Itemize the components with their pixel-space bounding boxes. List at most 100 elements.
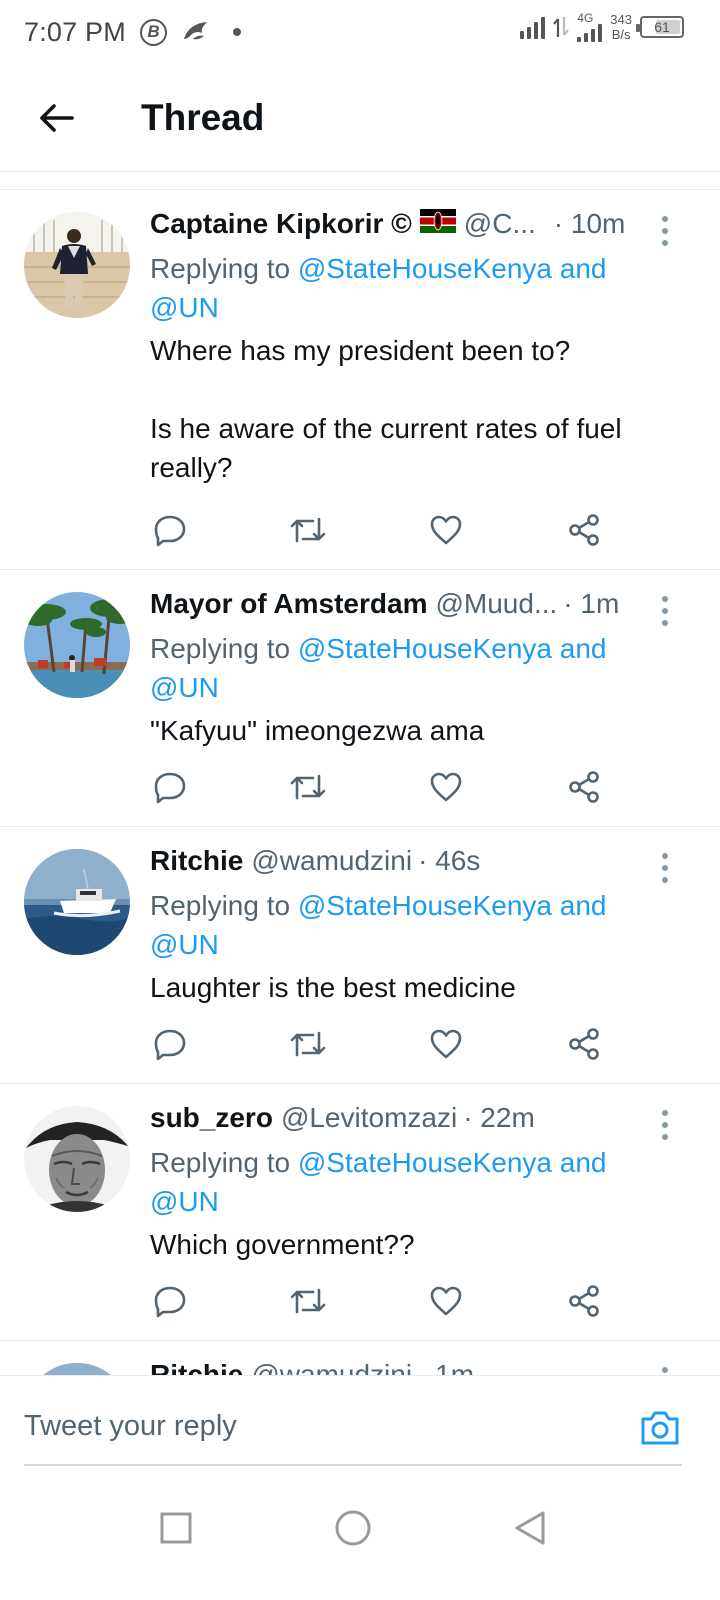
user-handle[interactable]: @Levitomzazi: [281, 1102, 457, 1134]
reply-input[interactable]: [24, 1400, 584, 1452]
tweet[interactable]: Mayor of Amsterdam @Muud... · 1m Replyin…: [0, 570, 720, 827]
reply-button[interactable]: [150, 1281, 190, 1321]
tweet-time[interactable]: · 10m: [554, 208, 626, 240]
mention-link[interactable]: @StateHouseKenya and: [298, 633, 607, 664]
status-right: 4G 343 B/s 61: [520, 12, 684, 42]
camera-button[interactable]: [638, 1406, 682, 1450]
user-handle[interactable]: @wamudzini: [251, 1359, 412, 1375]
retweet-icon: [290, 774, 326, 800]
user-name[interactable]: sub_zero: [150, 1102, 273, 1134]
triangle-back-icon: [515, 1511, 545, 1545]
reply-icon: [154, 515, 186, 547]
reply-button[interactable]: [150, 1024, 190, 1064]
share-button[interactable]: [564, 510, 604, 550]
tweet-actions: [150, 1281, 610, 1321]
mention-link-un[interactable]: @UN: [150, 929, 219, 960]
heart-icon: [430, 1029, 462, 1059]
share-button[interactable]: [564, 1024, 604, 1064]
retweet-icon: [290, 1288, 326, 1314]
share-button[interactable]: [564, 1281, 604, 1321]
replying-to: Replying to @StateHouseKenya and @UN: [150, 1143, 660, 1221]
tweet-text: Where has my president been to? Is he aw…: [150, 335, 622, 483]
back-button[interactable]: [21, 83, 91, 153]
more-vertical-icon[interactable]: [654, 594, 676, 628]
recents-button[interactable]: [151, 1503, 201, 1553]
mention-link[interactable]: @StateHouseKenya and: [298, 1147, 607, 1178]
tweet-time[interactable]: · 46s: [418, 845, 480, 877]
user-name[interactable]: Captaine Kipkorir ©: [150, 208, 412, 240]
retweet-button[interactable]: [288, 510, 328, 550]
retweet-icon: [290, 1031, 326, 1057]
back-nav-button[interactable]: [505, 1503, 555, 1553]
tweet-header: Ritchie @wamudzini · 1m: [150, 1359, 660, 1375]
like-button[interactable]: [426, 510, 466, 550]
signal-icon: [520, 15, 546, 39]
page-title: Thread: [141, 96, 265, 138]
tweet[interactable]: sub_zero @Levitomzazi · 22m Replying to …: [0, 1084, 720, 1341]
retweet-button[interactable]: [288, 767, 328, 807]
user-name[interactable]: Mayor of Amsterdam: [150, 588, 427, 620]
user-name[interactable]: Ritchie: [150, 1359, 243, 1375]
like-button[interactable]: [426, 1024, 466, 1064]
signal-2-icon: [577, 24, 603, 42]
camera-icon: [641, 1411, 679, 1445]
tweet[interactable]: Ritchie @wamudzini · 46s Replying to @St…: [0, 827, 720, 1084]
status-bar: 7:07 PM B 4G 343 B/s 61: [0, 0, 720, 64]
kenya-flag-icon: [419, 208, 456, 233]
heart-icon: [430, 772, 462, 802]
tweet-time[interactable]: · 22m: [463, 1102, 535, 1134]
tweet-text: "Kafyuu" imeongezwa ama: [150, 715, 485, 746]
like-button[interactable]: [426, 767, 466, 807]
user-handle[interactable]: @Muud...: [435, 588, 557, 620]
reply-button[interactable]: [150, 767, 190, 807]
battery-icon: 61: [636, 16, 684, 38]
like-button[interactable]: [426, 1281, 466, 1321]
avatar[interactable]: [24, 592, 130, 698]
mention-link-un[interactable]: @UN: [150, 1186, 219, 1217]
arrow-left-icon: [40, 103, 74, 132]
avatar[interactable]: [24, 212, 130, 318]
header: Thread: [0, 64, 720, 172]
reply-icon: [154, 772, 186, 804]
home-button[interactable]: [328, 1503, 378, 1553]
mention-link-un[interactable]: @UN: [150, 292, 219, 323]
replying-to-label: Replying to: [150, 633, 298, 664]
tweet-time[interactable]: · 1m: [563, 588, 619, 620]
share-button[interactable]: [564, 767, 604, 807]
replying-to: Replying to @StateHouseKenya and @UN: [150, 629, 660, 707]
retweet-icon: [290, 517, 326, 543]
network-signal: 4G: [577, 11, 603, 42]
more-vertical-icon[interactable]: [654, 1108, 676, 1142]
replying-to-label: Replying to: [150, 890, 298, 921]
avatar[interactable]: [24, 849, 130, 955]
avatar[interactable]: [24, 1363, 130, 1375]
network-type: 4G: [577, 11, 594, 25]
more-vertical-icon[interactable]: [654, 214, 676, 248]
mention-link-un[interactable]: @UN: [150, 672, 219, 703]
tweet-time[interactable]: · 1m: [418, 1359, 474, 1375]
data-arrows-icon: [553, 17, 570, 37]
tweet-actions: [150, 1024, 610, 1064]
share-icon: [569, 771, 599, 803]
user-name[interactable]: Ritchie: [150, 845, 243, 877]
share-icon: [569, 1028, 599, 1060]
speed-unit: B/s: [611, 27, 631, 42]
more-vertical-icon[interactable]: [654, 851, 676, 885]
share-icon: [569, 514, 599, 546]
retweet-button[interactable]: [288, 1024, 328, 1064]
avatar[interactable]: [24, 1106, 130, 1212]
user-handle[interactable]: @wamudzini: [251, 845, 412, 877]
more-vertical-icon[interactable]: [654, 1365, 676, 1375]
user-handle[interactable]: @C...: [464, 208, 536, 240]
reply-icon: [154, 1286, 186, 1318]
tweet[interactable]: Ritchie @wamudzini · 1m: [0, 1341, 720, 1375]
tweet-body: Captaine Kipkorir © @C... · 10m Replying: [150, 208, 660, 487]
reply-button[interactable]: [150, 510, 190, 550]
mention-link[interactable]: @StateHouseKenya and: [298, 253, 607, 284]
retweet-button[interactable]: [288, 1281, 328, 1321]
tweet-list[interactable]: Captaine Kipkorir © @C... · 10m Replying: [0, 190, 720, 1375]
mention-link[interactable]: @StateHouseKenya and: [298, 890, 607, 921]
speed-value: 343: [610, 12, 632, 27]
share-icon: [569, 1285, 599, 1317]
tweet[interactable]: Captaine Kipkorir © @C... · 10m Replying: [0, 190, 720, 570]
